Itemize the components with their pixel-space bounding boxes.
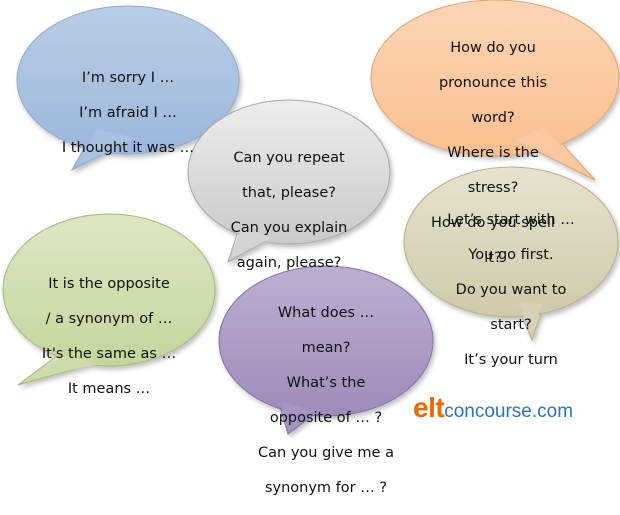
turns-line-2: You go first. xyxy=(468,246,554,263)
meaning-line-2: mean? xyxy=(301,339,351,356)
repeat-line-1: Can you repeat xyxy=(233,149,345,166)
meaning-text: What does … mean? What’s the opposite of… xyxy=(238,287,414,515)
repeat-line-3: Can you explain xyxy=(230,219,348,236)
opposite-line-3: It's the same as … xyxy=(41,345,177,362)
opposite-line-1: It is the opposite xyxy=(48,275,170,292)
meaning-line-1: What does … xyxy=(277,304,375,321)
meaning-line-6: synonym for … ? xyxy=(264,479,388,496)
apology-line-3: I thought it was … xyxy=(61,139,195,156)
turns-line-3: Do you want to xyxy=(455,281,567,298)
opposite-line-4: It means … xyxy=(67,380,151,397)
pronunciation-line-4: Where is the xyxy=(447,144,539,161)
repeat-text: Can you repeat that, please? Can you exp… xyxy=(209,132,369,290)
repeat-line-4: again, please? xyxy=(236,254,342,271)
apology-line-1: I’m sorry I … xyxy=(81,69,175,86)
eltconcourse-logo: eltconcourse.com xyxy=(413,392,573,424)
pronunciation-line-2: pronounce this xyxy=(438,74,548,91)
turns-line-4: start? xyxy=(490,316,532,333)
meaning-line-3: What’s the xyxy=(286,374,366,391)
meaning-line-5: Can you give me a xyxy=(258,444,394,461)
opposite-text: It is the opposite / a synonym of … It's… xyxy=(26,258,192,416)
meaning-line-4: opposite of … ? xyxy=(269,409,383,426)
opposite-line-2: / a synonym of … xyxy=(45,310,173,327)
pronunciation-line-3: word? xyxy=(471,109,515,126)
repeat-line-2: that, please? xyxy=(242,184,336,201)
turns-line-5: It’s your turn xyxy=(464,351,558,368)
turns-line-1: Let’s start with … xyxy=(447,211,575,228)
apology-text: I’m sorry I … I’m afraid I … I thought i… xyxy=(40,52,216,175)
turns-text: Let’s start with … You go first. Do you … xyxy=(428,194,594,387)
logo-domain: concourse.com xyxy=(444,401,574,422)
logo-elt: elt xyxy=(413,392,445,423)
pronunciation-line-1: How do you xyxy=(450,39,536,56)
apology-line-2: I’m afraid I … xyxy=(79,104,177,121)
